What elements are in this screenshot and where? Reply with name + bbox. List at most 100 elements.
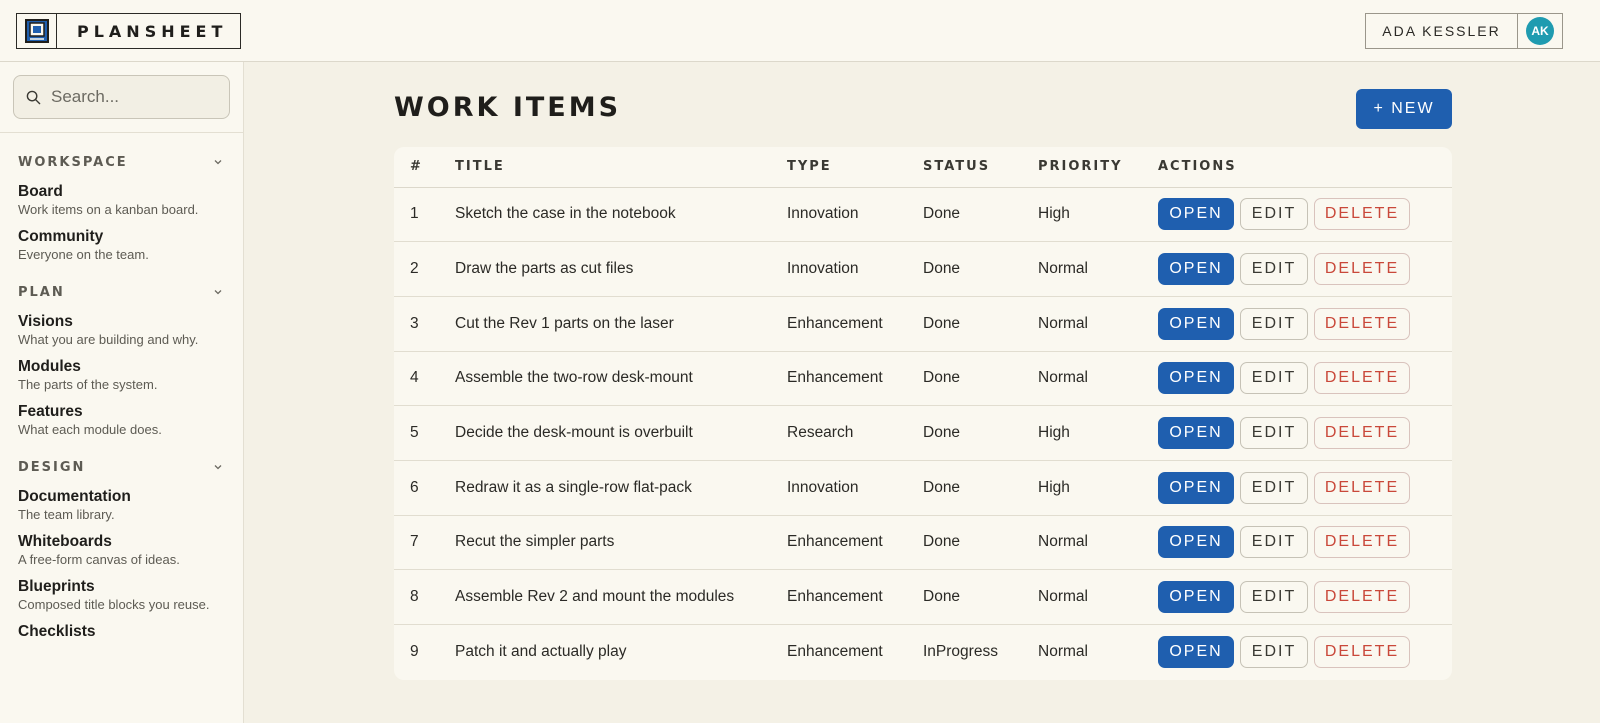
sidebar-item-checklists[interactable]: Checklists (0, 622, 243, 641)
row-title: Cut the Rev 1 parts on the laser (455, 296, 787, 352)
delete-button[interactable]: DELETE (1314, 307, 1410, 340)
work-items-table: # TITLE TYPE STATUS PRIORITY ACTIONS 1 S… (394, 147, 1452, 680)
edit-button[interactable]: EDIT (1240, 307, 1308, 340)
row-type: Enhancement (787, 515, 923, 571)
table-row[interactable]: 9 Patch it and actually play Enhancement… (394, 625, 1452, 680)
delete-button[interactable]: DELETE (1314, 526, 1410, 559)
delete-button[interactable]: DELETE (1314, 362, 1410, 395)
row-title: Recut the simpler parts (455, 515, 787, 571)
open-button[interactable]: OPEN (1158, 362, 1234, 395)
brand-logo-button[interactable]: PLANSHEET (16, 13, 241, 49)
section-design-toggle[interactable]: DESIGN (0, 456, 243, 478)
row-actions: OPEN EDIT DELETE (1158, 296, 1452, 352)
chevron-down-icon (214, 290, 222, 295)
row-number: 3 (394, 296, 455, 352)
open-button[interactable]: OPEN (1158, 526, 1234, 559)
open-button[interactable]: OPEN (1158, 198, 1234, 231)
row-actions: OPEN EDIT DELETE (1158, 460, 1452, 516)
row-status: Done (923, 515, 1038, 571)
sidebar-item-label: Whiteboards (18, 533, 112, 550)
column-header-type[interactable]: TYPE (787, 147, 923, 188)
row-status: Done (923, 296, 1038, 352)
sidebar-item-features[interactable]: Features What each module does. (0, 402, 243, 438)
delete-button[interactable]: DELETE (1314, 253, 1410, 286)
sidebar-item-modules[interactable]: Modules The parts of the system. (0, 357, 243, 393)
row-status: Done (923, 460, 1038, 516)
table-row[interactable]: 1 Sketch the case in the notebook Innova… (394, 187, 1452, 243)
section-plan-toggle[interactable]: PLAN (0, 281, 243, 303)
sidebar-item-label: Modules (18, 358, 81, 375)
open-button[interactable]: OPEN (1158, 417, 1234, 450)
search-input[interactable] (51, 87, 211, 107)
row-number: 5 (394, 405, 455, 461)
edit-button[interactable]: EDIT (1240, 253, 1308, 286)
table-row[interactable]: 7 Recut the simpler parts Enhancement Do… (394, 515, 1452, 571)
column-header-number[interactable]: # (394, 147, 455, 188)
row-number: 6 (394, 460, 455, 516)
column-header-title[interactable]: TITLE (455, 147, 787, 188)
sidebar-item-desc: What each module does. (18, 422, 162, 437)
delete-button[interactable]: DELETE (1314, 636, 1410, 669)
delete-button[interactable]: DELETE (1314, 581, 1410, 614)
table-row[interactable]: 6 Redraw it as a single-row flat-pack In… (394, 460, 1452, 516)
delete-button[interactable]: DELETE (1314, 198, 1410, 231)
sidebar-item-community[interactable]: Community Everyone on the team. (0, 227, 243, 263)
section-workspace-toggle[interactable]: WORKSPACE (0, 151, 243, 173)
edit-button[interactable]: EDIT (1240, 417, 1308, 450)
plansheet-logo-icon (17, 14, 57, 48)
row-priority: High (1038, 187, 1158, 243)
table-row[interactable]: 2 Draw the parts as cut files Innovation… (394, 241, 1452, 297)
delete-button[interactable]: DELETE (1314, 471, 1410, 504)
row-type: Enhancement (787, 296, 923, 352)
edit-button[interactable]: EDIT (1240, 526, 1308, 559)
row-actions: OPEN EDIT DELETE (1158, 515, 1452, 571)
edit-button[interactable]: EDIT (1240, 581, 1308, 614)
sidebar-item-desc: The team library. (18, 507, 115, 522)
top-bar: PLANSHEET ADA KESSLER AK (0, 0, 1600, 62)
sidebar-item-desc: What you are building and why. (18, 332, 199, 347)
section-title: WORKSPACE (18, 154, 128, 170)
chevron-down-icon (214, 160, 222, 165)
open-button[interactable]: OPEN (1158, 636, 1234, 669)
row-priority: Normal (1038, 569, 1158, 625)
row-title: Sketch the case in the notebook (455, 187, 787, 243)
table-row[interactable]: 8 Assemble Rev 2 and mount the modules E… (394, 569, 1452, 625)
delete-button[interactable]: DELETE (1314, 417, 1410, 450)
open-button[interactable]: OPEN (1158, 307, 1234, 340)
section-title: PLAN (18, 284, 65, 300)
user-menu[interactable]: ADA KESSLER AK (1365, 13, 1563, 49)
column-header-priority[interactable]: PRIORITY (1038, 147, 1158, 188)
new-item-button[interactable]: + NEW (1356, 89, 1452, 129)
sidebar-item-blueprints[interactable]: Blueprints Composed title blocks you reu… (0, 577, 243, 613)
row-title: Draw the parts as cut files (455, 241, 787, 297)
edit-button[interactable]: EDIT (1240, 636, 1308, 669)
row-type: Innovation (787, 460, 923, 516)
row-status: Done (923, 187, 1038, 243)
search-box[interactable] (13, 75, 230, 119)
edit-button[interactable]: EDIT (1240, 362, 1308, 395)
row-type: Research (787, 405, 923, 461)
table-row[interactable]: 5 Decide the desk-mount is overbuilt Res… (394, 405, 1452, 461)
sidebar-item-visions[interactable]: Visions What you are building and why. (0, 312, 243, 348)
edit-button[interactable]: EDIT (1240, 471, 1308, 504)
row-status: InProgress (923, 643, 998, 661)
avatar[interactable]: AK (1526, 17, 1554, 45)
column-header-status[interactable]: STATUS (923, 147, 1038, 188)
open-button[interactable]: OPEN (1158, 253, 1234, 286)
row-priority: Normal (1038, 643, 1088, 661)
sidebar-item-desc: A free-form canvas of ideas. (18, 552, 180, 567)
main-content: WORK ITEMS + NEW # TITLE TYPE STATUS PRI… (244, 62, 1600, 723)
open-button[interactable]: OPEN (1158, 581, 1234, 614)
sidebar-item-documentation[interactable]: Documentation The team library. (0, 487, 243, 523)
sidebar-item-board[interactable]: Board Work items on a kanban board. (0, 182, 243, 218)
table-row[interactable]: 3 Cut the Rev 1 parts on the laser Enhan… (394, 296, 1452, 352)
edit-button[interactable]: EDIT (1240, 198, 1308, 231)
column-header-actions: ACTIONS (1158, 147, 1452, 188)
table-row[interactable]: 4 Assemble the two-row desk-mount Enhanc… (394, 351, 1452, 407)
sidebar-item-desc: The parts of the system. (18, 377, 158, 392)
sidebar-item-whiteboards[interactable]: Whiteboards A free-form canvas of ideas. (0, 532, 243, 568)
row-type: Enhancement (787, 351, 923, 407)
row-title: Redraw it as a single-row flat-pack (455, 460, 787, 516)
open-button[interactable]: OPEN (1158, 471, 1234, 504)
row-priority: Normal (1038, 241, 1158, 297)
